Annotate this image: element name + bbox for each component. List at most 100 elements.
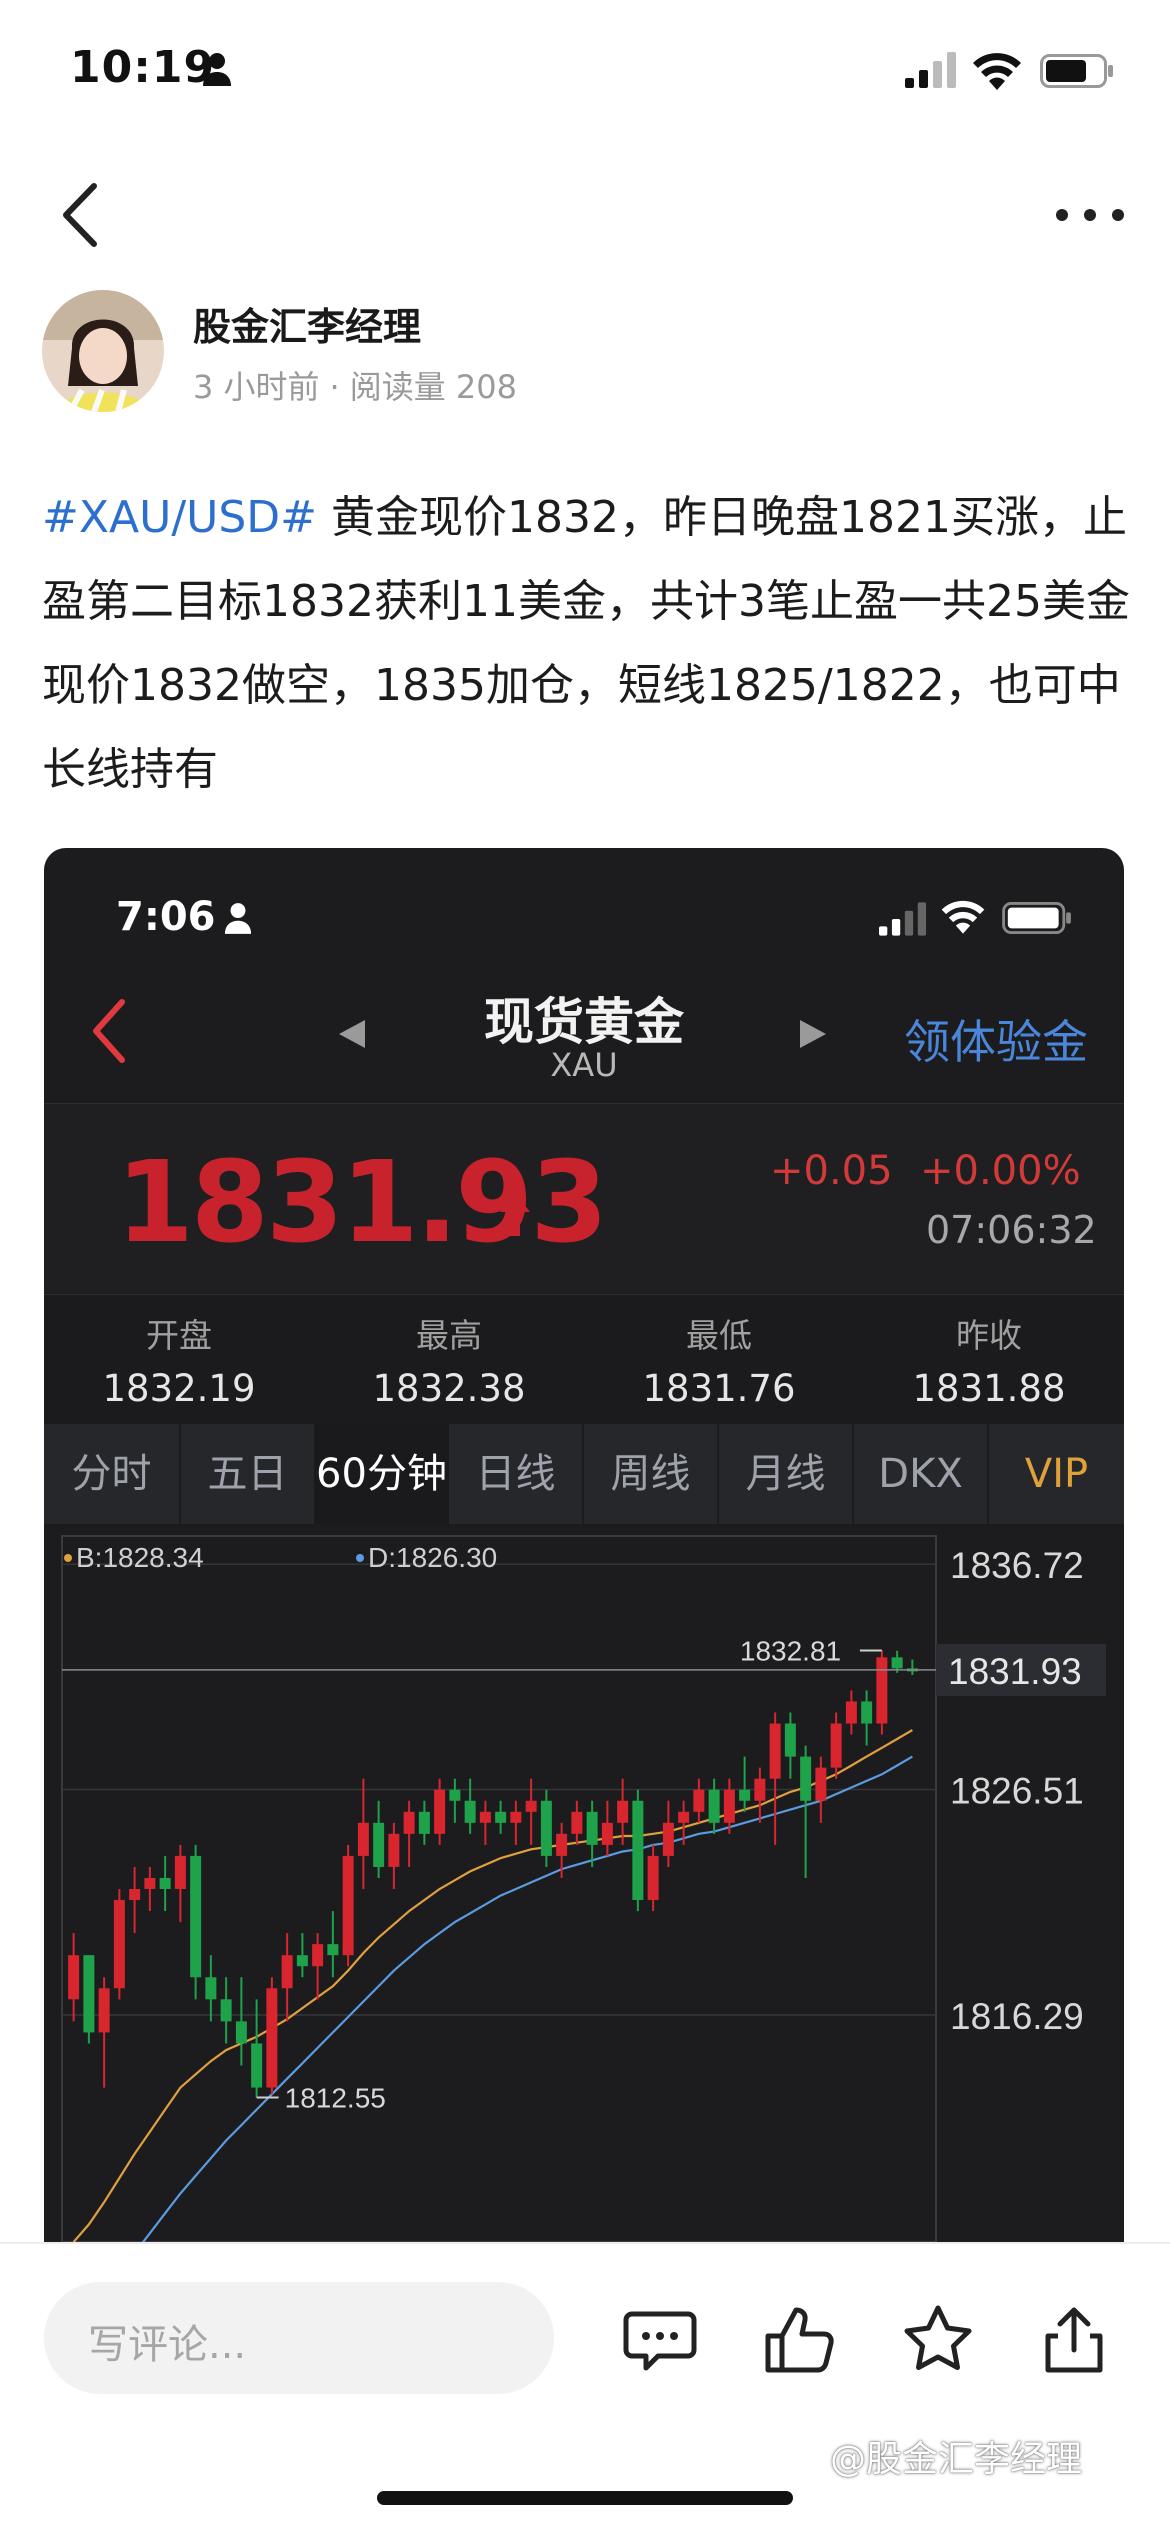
candle-body	[815, 1767, 827, 1801]
tab-weekly[interactable]: 周线	[584, 1424, 717, 1524]
candle-body	[876, 1657, 888, 1724]
candle-body	[281, 1955, 293, 1989]
tab-vip[interactable]: VIP	[989, 1424, 1124, 1524]
candle-body	[68, 1955, 80, 2000]
candle-body	[754, 1778, 766, 1801]
ohlc-value: 1831.88	[912, 1367, 1066, 1410]
ohlc-value: 1832.19	[102, 1367, 256, 1410]
low-marker-label: 1812.55	[285, 2082, 386, 2113]
candle-body	[693, 1789, 705, 1812]
wifi-icon	[941, 900, 985, 934]
comment-placeholder: 写评论...	[88, 2322, 247, 2368]
battery-icon	[1040, 54, 1113, 88]
trial-gold-link[interactable]: 领体验金	[904, 1006, 1088, 1072]
tab-five-day[interactable]: 五日	[181, 1424, 314, 1524]
hashtag-link[interactable]: #XAU/USD#	[42, 492, 317, 543]
candle-body	[159, 1877, 171, 1889]
back-chevron-icon[interactable]	[50, 180, 110, 250]
comment-input[interactable]: 写评论...	[44, 2282, 554, 2394]
candle-body	[312, 1944, 324, 1967]
tab-daily[interactable]: 日线	[449, 1424, 582, 1524]
candle-body	[739, 1789, 751, 1801]
ohlc-panel: 开盘 1832.19 最高 1832.38 最低 1831.76 昨收 1831.88	[44, 1294, 1124, 1424]
candle-body	[296, 1955, 308, 1967]
candle-body	[861, 1701, 873, 1724]
person-icon	[203, 53, 231, 86]
candle-body	[464, 1800, 476, 1823]
more-options-icon[interactable]	[1050, 195, 1130, 235]
candle-body	[205, 1977, 217, 2000]
candle-body	[556, 1833, 568, 1856]
candle-body	[129, 1889, 141, 1901]
wifi-icon	[973, 53, 1021, 90]
comment-icon[interactable]	[622, 2302, 698, 2378]
ohlc-value: 1831.76	[642, 1367, 796, 1410]
embedded-status-bar: 7:06	[44, 848, 1124, 968]
watermark-text: @股金汇李经理	[830, 2439, 1083, 2480]
tab-60min[interactable]: 60分钟	[314, 1424, 449, 1524]
candle-body	[891, 1657, 903, 1669]
candle-body	[174, 1855, 186, 1889]
meta-separator: ·	[329, 368, 340, 406]
candle-body	[571, 1811, 583, 1834]
read-count: 阅读量 208	[349, 368, 517, 406]
embedded-status-time: 7:06	[116, 894, 216, 940]
candle-body	[449, 1789, 461, 1801]
candle-body	[662, 1822, 674, 1856]
candle-body	[586, 1811, 598, 1845]
legend-dot	[64, 1554, 72, 1562]
price-change-percent: +0.00%	[920, 1148, 1081, 1194]
next-instrument-icon[interactable]	[800, 1020, 826, 1048]
candle-body	[434, 1789, 446, 1834]
candle-body	[723, 1789, 735, 1823]
price-timestamp: 07:06:32	[926, 1208, 1097, 1252]
share-icon[interactable]	[1036, 2302, 1112, 2378]
price-panel: 1831.93 +0.05 +0.00% 07:06:32	[44, 1103, 1124, 1293]
candle-body	[342, 1855, 354, 1956]
ohlc-label: 开盘	[146, 1316, 212, 1355]
bottom-action-bar: 写评论... @股金汇李经理	[0, 2242, 1170, 2532]
candle-body	[800, 1756, 812, 1801]
candle-body	[190, 1855, 202, 1978]
candle-body	[373, 1822, 385, 1867]
candle-body	[357, 1822, 369, 1856]
status-time: 10:19	[70, 42, 216, 93]
legend-label: D:1826.30	[368, 1542, 497, 1573]
candle-body	[479, 1811, 491, 1823]
candle-body	[418, 1811, 430, 1834]
legend-label: B:1828.34	[76, 1542, 204, 1573]
candlestick-chart[interactable]: 1836.72 1826.51 1816.29 1831.93 1832.81 1812.…	[44, 1524, 1124, 2242]
price-up-arrow-icon	[500, 1192, 530, 1236]
post-meta: 3 小时前 · 阅读量 208	[193, 362, 527, 408]
candle-body	[540, 1800, 552, 1856]
y-tick-label: 1836.72	[950, 1545, 1084, 1586]
favorite-star-icon[interactable]	[900, 2302, 976, 2378]
candle-body	[113, 1900, 125, 1989]
ohlc-prev-close: 昨收 1831.88	[854, 1309, 1124, 1410]
candle-body	[784, 1723, 796, 1757]
cellular-signal-icon	[905, 52, 956, 88]
post-body: #XAU/USD# 黄金现价1832，昨日晚盘1821买涨，止盈第二目标1832…	[42, 476, 1132, 812]
tab-monthly[interactable]: 月线	[719, 1424, 852, 1524]
ma-line-b	[72, 1729, 913, 2242]
author-name[interactable]: 股金汇李经理	[193, 296, 421, 351]
ohlc-label: 最低	[686, 1316, 752, 1355]
battery-icon	[1002, 902, 1071, 934]
candle-body	[617, 1800, 629, 1823]
embedded-screenshot[interactable]: 7:06 现货黄金 XAU 领体验金 1831.93 +0.05 +0.00% …	[44, 848, 1124, 2242]
candle-body	[678, 1811, 690, 1823]
candle-body	[525, 1800, 537, 1812]
candle-body	[266, 1988, 278, 2088]
home-indicator	[377, 2491, 793, 2505]
tab-intraday[interactable]: 分时	[44, 1424, 179, 1524]
price-change: +0.05	[770, 1148, 893, 1194]
legend-dot	[356, 1554, 364, 1562]
ohlc-high: 最高 1832.38	[314, 1309, 584, 1410]
tab-dkx[interactable]: DKX	[854, 1424, 987, 1524]
ohlc-label: 昨收	[956, 1316, 1022, 1355]
ohlc-open: 开盘 1832.19	[44, 1309, 314, 1410]
author-avatar[interactable]	[42, 290, 164, 412]
post-time: 3 小时前	[193, 368, 320, 406]
period-tabs: 分时 五日 60分钟 日线 周线 月线 DKX VIP	[44, 1424, 1124, 1524]
like-thumb-icon[interactable]	[762, 2302, 838, 2378]
